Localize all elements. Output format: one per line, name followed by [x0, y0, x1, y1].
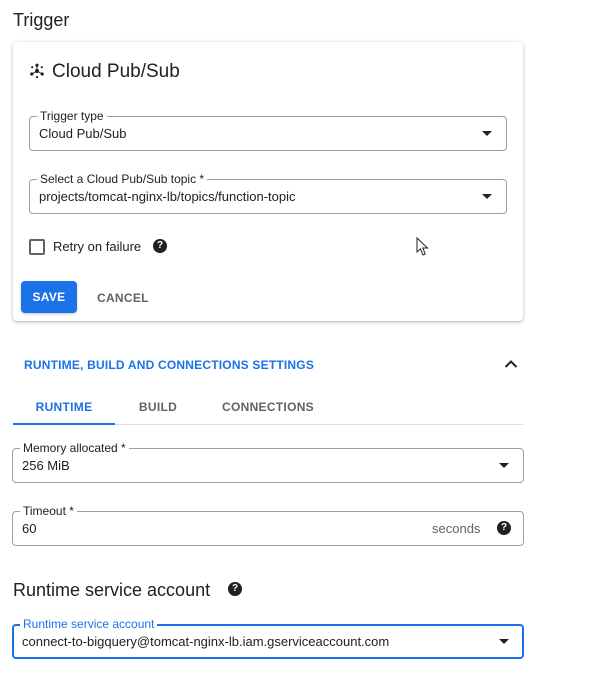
pubsub-topic-select[interactable]: Select a Cloud Pub/Sub topic * projects/… — [29, 172, 507, 214]
chevron-up-icon[interactable] — [504, 359, 518, 369]
topic-value: projects/tomcat-nginx-lb/topics/function… — [39, 189, 296, 204]
retry-checkbox[interactable] — [29, 239, 45, 255]
trigger-type-label: Trigger type — [37, 109, 107, 123]
cancel-button[interactable]: CANCEL — [97, 291, 149, 305]
help-icon[interactable]: ? — [497, 521, 511, 535]
timeout-suffix: seconds — [432, 521, 481, 536]
active-tab-indicator — [13, 423, 115, 425]
service-account-heading: Runtime service account — [13, 580, 211, 600]
timeout-input[interactable]: Timeout * 60 seconds ? — [12, 504, 524, 546]
save-button[interactable]: SAVE — [21, 281, 77, 313]
topic-label: Select a Cloud Pub/Sub topic * — [37, 172, 208, 186]
help-icon[interactable]: ? — [153, 239, 167, 253]
memory-value: 256 MiB — [22, 458, 70, 473]
timeout-label: Timeout * — [20, 504, 77, 518]
memory-label: Memory allocated * — [20, 441, 129, 455]
tab-runtime[interactable]: RUNTIME — [13, 400, 115, 414]
pubsub-icon — [30, 63, 44, 79]
trigger-type-value: Cloud Pub/Sub — [39, 126, 127, 141]
trigger-type-select[interactable]: Trigger type Cloud Pub/Sub — [29, 109, 507, 151]
tab-build[interactable]: BUILD — [115, 400, 201, 414]
card-title: Cloud Pub/Sub — [52, 61, 180, 82]
timeout-value: 60 — [22, 521, 37, 536]
memory-allocated-select[interactable]: Memory allocated * 256 MiB — [12, 441, 524, 483]
chevron-down-icon — [482, 131, 492, 136]
chevron-down-icon — [499, 463, 509, 468]
service-account-value: connect-to-bigquery@tomcat-nginx-lb.iam.… — [22, 634, 390, 649]
help-icon[interactable]: ? — [228, 582, 242, 596]
trigger-heading: Trigger — [13, 10, 70, 30]
chevron-down-icon — [499, 639, 509, 644]
tab-connections[interactable]: CONNECTIONS — [201, 400, 335, 414]
service-account-label: Runtime service account — [20, 617, 158, 631]
service-account-select[interactable]: Runtime service account connect-to-bigqu… — [12, 617, 524, 659]
mouse-cursor-icon — [416, 237, 429, 256]
retry-label: Retry on failure — [53, 239, 142, 254]
chevron-down-icon — [482, 194, 492, 199]
settings-section-toggle[interactable]: RUNTIME, BUILD AND CONNECTIONS SETTINGS — [24, 358, 314, 372]
